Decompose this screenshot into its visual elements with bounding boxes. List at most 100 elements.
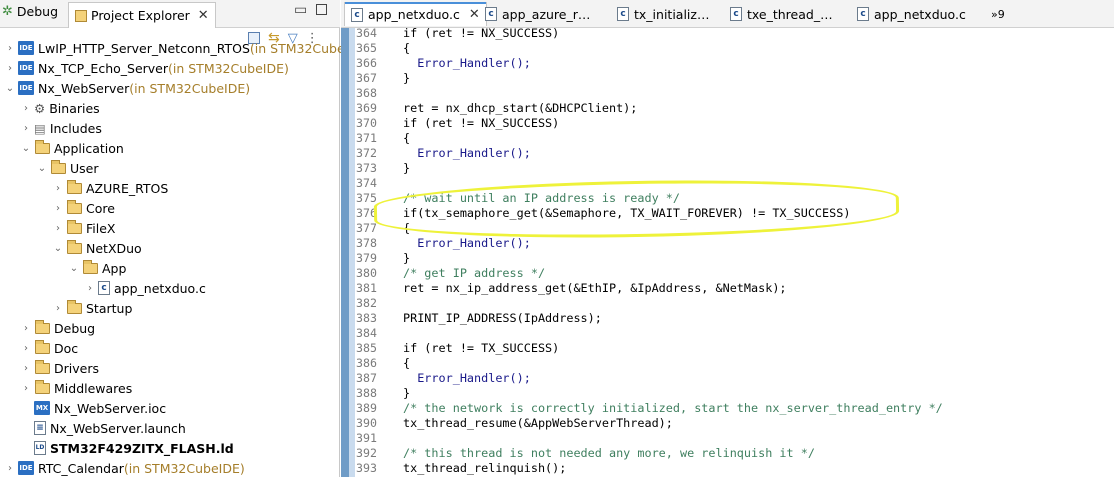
tree-item[interactable]: › AZURE_RTOS	[52, 178, 168, 198]
code-line[interactable]: Error_Handler();	[403, 56, 531, 70]
tree-item[interactable]: › Core	[52, 198, 115, 218]
tree-item[interactable]: › Debug	[20, 318, 95, 338]
editor-gutter	[341, 28, 349, 477]
line-number: 364	[356, 26, 377, 40]
tree-item[interactable]: ⌄ NetXDuo	[52, 238, 142, 258]
tree-item[interactable]: › FileX	[52, 218, 115, 238]
code-line[interactable]: /* the network is correctly initialized,…	[403, 401, 943, 415]
code-line[interactable]: PRINT_IP_ADDRESS(IpAddress);	[403, 311, 602, 325]
code-line[interactable]: ret = nx_ip_address_get(&EthIP, &IpAddre…	[403, 281, 787, 295]
line-number: 390	[356, 416, 377, 430]
line-number: 375	[356, 191, 377, 205]
folder-icon	[51, 159, 66, 174]
chevron-down-icon[interactable]: ⌄	[36, 163, 48, 174]
code-line[interactable]: {	[403, 356, 410, 370]
chevron-right-icon[interactable]: ›	[84, 283, 96, 294]
tree-item-annotation: (in STM32CubeIDE)	[123, 460, 245, 476]
editor-tab-txe-thread[interactable]: c txe_thread_…	[730, 2, 833, 26]
code-line[interactable]: }	[403, 386, 410, 400]
code-line[interactable]: {	[403, 41, 410, 55]
close-icon[interactable]: ✕	[469, 7, 480, 22]
tree-item[interactable]: ⌄ User	[36, 158, 99, 178]
chevron-right-icon[interactable]: ›	[52, 203, 64, 214]
editor-tab-app-netxduo[interactable]: c app_netxduo.c ✕	[344, 2, 487, 26]
chevron-down-icon[interactable]: ⌄	[68, 263, 80, 274]
line-number: 380	[356, 266, 377, 280]
code-line[interactable]: /* get IP address */	[403, 266, 545, 280]
line-number: 386	[356, 356, 377, 370]
chevron-right-icon[interactable]: ›	[20, 103, 32, 114]
tab-debug[interactable]: ✲ Debug	[2, 4, 58, 19]
code-line[interactable]: if (ret != TX_SUCCESS)	[403, 341, 559, 355]
tree-item-label: Application	[54, 140, 124, 156]
chevron-right-icon[interactable]: ›	[52, 223, 64, 234]
code-line[interactable]: Error_Handler();	[403, 146, 531, 160]
tree-item[interactable]: LD STM32F429ZITX_FLASH.ld	[20, 438, 234, 458]
editor-tab-app-azure[interactable]: c app_azure_r…	[485, 2, 590, 26]
tree-item-label: Nx_WebServer.launch	[50, 420, 186, 436]
tree-item[interactable]: › IDE RTC_Calendar (in STM32CubeIDE)	[4, 458, 245, 478]
chevron-right-icon[interactable]: ›	[20, 343, 32, 354]
binaries-icon: ⚙	[34, 100, 46, 116]
tree-item[interactable]: › IDE LwIP_HTTP_Server_Netconn_RTOS (in ST…	[4, 38, 371, 58]
tree-item[interactable]: › Doc	[20, 338, 78, 358]
tree-item[interactable]: ⌄ IDE Nx_WebServer (in STM32CubeIDE)	[4, 78, 250, 98]
c-file-icon: c	[351, 7, 363, 22]
minimize-icon[interactable]: ▭	[294, 2, 307, 18]
chevron-down-icon[interactable]: ⌄	[52, 243, 64, 254]
tree-item[interactable]: › IDE Nx_TCP_Echo_Server (in STM32CubeIDE)	[4, 58, 289, 78]
mx-file-icon: MX	[34, 401, 50, 415]
code-line[interactable]: }	[403, 71, 410, 85]
chevron-right-icon[interactable]: ›	[20, 363, 32, 374]
tree-item-label: app_netxduo.c	[114, 280, 206, 296]
code-line[interactable]: }	[403, 251, 410, 265]
code-line[interactable]: ret = nx_dhcp_start(&DHCPClient);	[403, 101, 637, 115]
chevron-right-icon[interactable]: ›	[4, 463, 16, 474]
chevron-down-icon[interactable]: ⌄	[20, 143, 32, 154]
maximize-icon[interactable]	[316, 4, 327, 15]
tree-item[interactable]: › c app_netxduo.c	[84, 278, 206, 298]
chevron-right-icon[interactable]: ›	[20, 383, 32, 394]
tree-item[interactable]: ⌄ Application	[20, 138, 124, 158]
folder-icon	[67, 239, 82, 254]
line-number: 372	[356, 146, 377, 160]
tree-item[interactable]: MX Nx_WebServer.ioc	[20, 398, 166, 418]
line-number: 378	[356, 236, 377, 250]
code-line[interactable]: {	[403, 131, 410, 145]
chevron-right-icon[interactable]: ›	[20, 123, 32, 134]
chevron-right-icon[interactable]: ›	[4, 63, 16, 74]
editor-area: c app_netxduo.c ✕ c app_azure_r… c tx_in…	[341, 0, 1114, 477]
line-number: 387	[356, 371, 377, 385]
close-icon[interactable]: ✕	[198, 8, 209, 23]
chevron-right-icon[interactable]: ›	[52, 303, 64, 314]
tab-project-explorer[interactable]: Project Explorer ✕	[68, 2, 216, 28]
chevron-right-icon[interactable]: ›	[4, 43, 16, 54]
tree-item[interactable]: › Startup	[52, 298, 132, 318]
tree-item[interactable]: ≡ Nx_WebServer.launch	[20, 418, 186, 438]
code-line[interactable]: if (ret != NX_SUCCESS)	[403, 26, 559, 40]
code-line[interactable]: tx_thread_resume(&AppWebServerThread);	[403, 416, 673, 430]
editor-tab-app-netxduo-2[interactable]: c app_netxduo.c	[857, 2, 966, 26]
tree-item[interactable]: › Middlewares	[20, 378, 132, 398]
tree-item-label: Binaries	[49, 100, 100, 116]
code-line[interactable]: /* this thread is not needed any more, w…	[403, 446, 815, 460]
more-tabs-button[interactable]: »9	[991, 2, 1005, 26]
tree-item[interactable]: › Drivers	[20, 358, 99, 378]
editor-tab-tx-initialize[interactable]: c tx_initializ…	[617, 2, 709, 26]
code-line[interactable]: tx_thread_relinquish();	[403, 461, 566, 475]
ide-project-icon: IDE	[18, 81, 34, 95]
line-number: 369	[356, 101, 377, 115]
c-file-icon: c	[730, 7, 742, 21]
chevron-right-icon[interactable]: ›	[52, 183, 64, 194]
tree-item[interactable]: › ⚙ Binaries	[20, 98, 100, 118]
code-line[interactable]: }	[403, 161, 410, 175]
code-line[interactable]: Error_Handler();	[403, 236, 531, 250]
code-line[interactable]: Error_Handler();	[403, 371, 531, 385]
tree-item-label: App	[102, 260, 127, 276]
tree-item[interactable]: › ▤ Includes	[20, 118, 102, 138]
code-line[interactable]: if (ret != NX_SUCCESS)	[403, 116, 559, 130]
tree-item-label: Includes	[49, 120, 102, 136]
chevron-right-icon[interactable]: ›	[20, 323, 32, 334]
chevron-down-icon[interactable]: ⌄	[4, 83, 16, 94]
tree-item[interactable]: ⌄ App	[68, 258, 126, 278]
